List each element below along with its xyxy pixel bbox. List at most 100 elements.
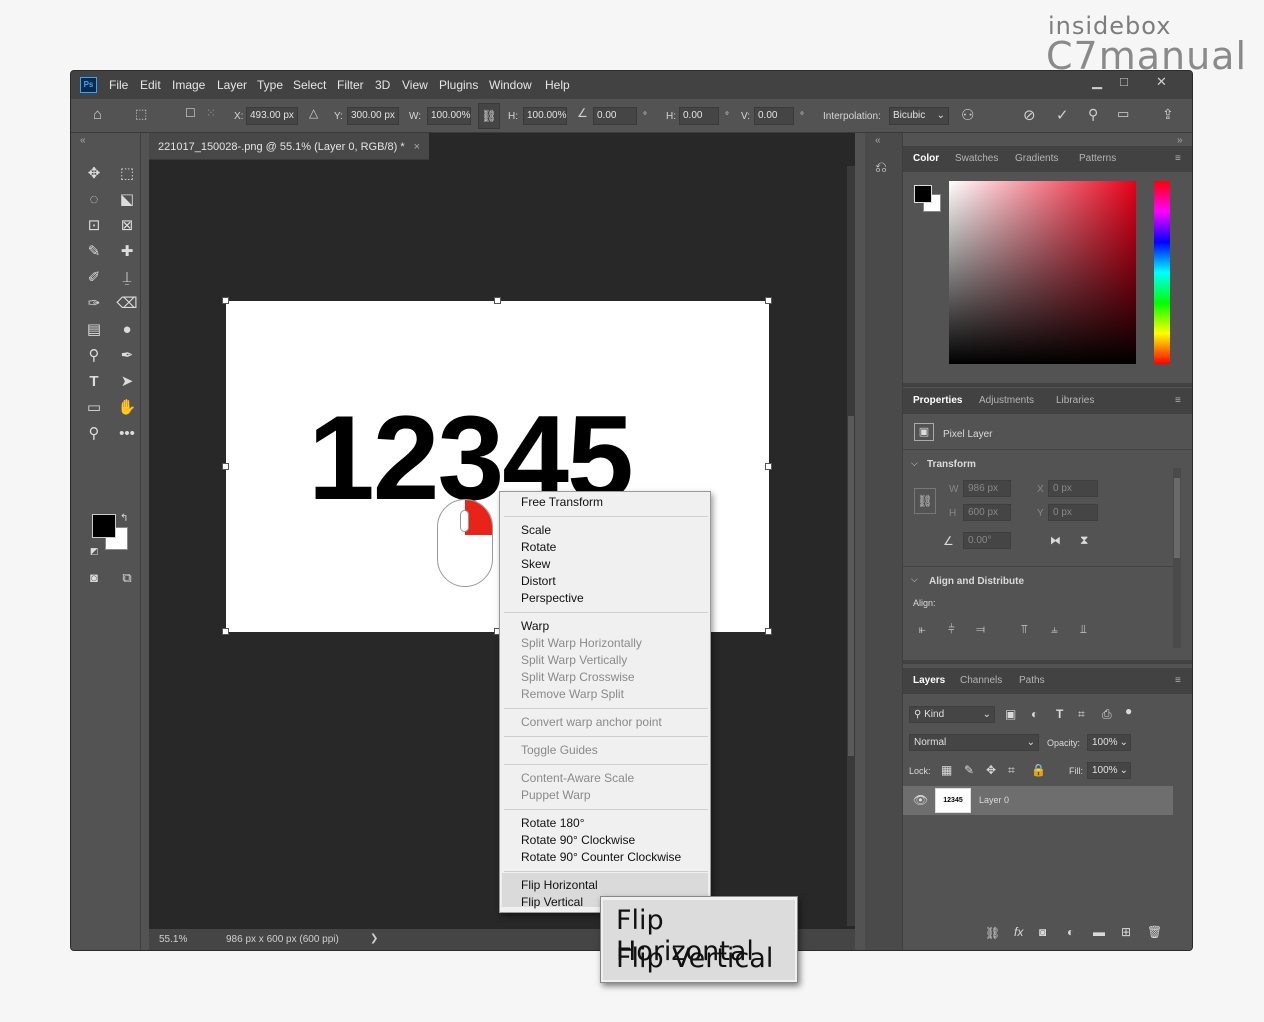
panel-menu-icon[interactable]: ≡	[1175, 675, 1181, 686]
filter-pixel-icon[interactable]: ▣	[1005, 707, 1016, 721]
vskew-input[interactable]: 0.00	[754, 107, 794, 125]
group-folder-icon[interactable]: ▬	[1093, 925, 1105, 939]
tab-color[interactable]: Color	[913, 153, 939, 164]
properties-scrollbar[interactable]	[1173, 468, 1181, 648]
chevron-down-icon[interactable]: ⌵	[911, 458, 918, 469]
menu-plugins[interactable]: Plugins	[439, 78, 478, 92]
menu-layer[interactable]: Layer	[217, 78, 247, 92]
foreground-color-swatch[interactable]	[92, 514, 116, 538]
prop-w-input[interactable]: 986 px	[963, 480, 1011, 497]
hue-slider[interactable]	[1154, 181, 1170, 364]
angle-input[interactable]: 0.00	[593, 107, 637, 125]
menu-item-perspective[interactable]: Perspective	[521, 590, 584, 607]
close-icon[interactable]: ✕	[1156, 74, 1167, 90]
transform-handle[interactable]	[494, 297, 501, 304]
h-input[interactable]: 100.00%	[523, 107, 567, 125]
default-colors-icon[interactable]: ◩	[90, 546, 99, 557]
menu-item-scale[interactable]: Scale	[521, 522, 551, 539]
align-bottom-icon[interactable]: ⫫	[1080, 622, 1087, 637]
tab-patterns[interactable]: Patterns	[1079, 153, 1116, 164]
link-layers-icon[interactable]: ⛓	[985, 926, 1000, 940]
history-brush-icon[interactable]: ✑	[83, 293, 105, 315]
layer-name[interactable]: Layer 0	[979, 795, 1009, 805]
collapse-left-icon[interactable]: «	[80, 135, 86, 146]
menu-image[interactable]: Image	[172, 78, 205, 92]
transform-handle[interactable]	[765, 628, 772, 635]
prop-h-input[interactable]: 600 px	[963, 504, 1011, 521]
cancel-transform-icon[interactable]: ⊘	[1023, 106, 1036, 124]
menu-item-distort[interactable]: Distort	[521, 573, 556, 590]
rectangle-tool-icon[interactable]: ▭	[83, 397, 105, 419]
screen-mode-icon[interactable]: ⧉	[116, 567, 138, 589]
align-top-icon[interactable]: ⫪	[1021, 622, 1028, 637]
transform-reference-icon[interactable]: ⬚	[135, 106, 147, 122]
scrollbar-thumb[interactable]	[848, 416, 854, 756]
delta-icon[interactable]: △	[309, 106, 318, 120]
menu-item-flip-vertical[interactable]: Flip Vertical	[521, 894, 583, 911]
path-select-tool-icon[interactable]: ➤	[116, 371, 138, 393]
prop-y-input[interactable]: 0 px	[1048, 504, 1098, 521]
zoom-level[interactable]: 55.1%	[159, 934, 187, 945]
hand-tool-icon[interactable]: ✋	[116, 397, 138, 419]
share-icon[interactable]: ⇪	[1162, 106, 1174, 123]
lock-position-icon[interactable]: ✥	[986, 763, 996, 777]
tab-properties[interactable]: Properties	[913, 395, 962, 406]
menu-view[interactable]: View	[402, 78, 428, 92]
document-tab[interactable]: 221017_150028-.png @ 55.1% (Layer 0, RGB…	[149, 133, 429, 160]
filter-shape-icon[interactable]: ⌗	[1078, 707, 1085, 722]
flip-horizontal-icon[interactable]: ⧓	[1050, 534, 1061, 547]
crop-tool-icon[interactable]: ⊡	[83, 215, 105, 237]
close-tab-icon[interactable]: ×	[414, 141, 420, 153]
link-icon[interactable]: ⛓	[478, 103, 500, 129]
blend-mode-select[interactable]: Normal ⌄	[909, 734, 1039, 751]
lasso-tool-icon[interactable]: ◌	[83, 189, 105, 211]
menu-window[interactable]: Window	[489, 78, 532, 92]
vertical-scrollbar[interactable]	[847, 166, 855, 926]
marquee-tool-icon[interactable]: ⬚	[116, 163, 138, 185]
filter-smart-object-icon[interactable]: ⎙	[1102, 707, 1112, 722]
menu-item-skew[interactable]: Skew	[521, 556, 550, 573]
gradient-tool-icon[interactable]: ▤	[83, 319, 105, 341]
menu-item-warp[interactable]: Warp	[521, 618, 549, 635]
link-icon[interactable]: ⛓	[914, 488, 936, 514]
frame-tool-icon[interactable]: ⊠	[116, 215, 138, 237]
menu-item-flip-horizontal[interactable]: Flip Horizontal	[521, 877, 598, 894]
panel-menu-icon[interactable]: ≡	[1175, 395, 1181, 406]
new-layer-icon[interactable]: ⊞	[1121, 925, 1131, 939]
transform-handle[interactable]	[222, 463, 229, 470]
reference-point-checkbox[interactable]: ☐	[185, 106, 196, 120]
transform-handle[interactable]	[222, 297, 229, 304]
flip-vertical-icon[interactable]: ⧗	[1080, 533, 1088, 548]
quick-mask-icon[interactable]: ◙	[83, 567, 105, 589]
transform-handle[interactable]	[765, 463, 772, 470]
tab-layers[interactable]: Layers	[913, 675, 945, 686]
opacity-input[interactable]: 100% ⌄	[1087, 734, 1131, 751]
y-input[interactable]: 300.00 px	[347, 107, 399, 125]
add-mask-icon[interactable]: ◙	[1039, 925, 1046, 939]
eyedropper-tool-icon[interactable]: ✎	[83, 241, 105, 263]
menu-item-free-transform[interactable]: Free Transform	[521, 494, 603, 511]
tab-paths[interactable]: Paths	[1019, 675, 1045, 686]
menu-edit[interactable]: Edit	[140, 78, 161, 92]
align-left-icon[interactable]: ⫦	[919, 622, 926, 637]
filter-adjustment-icon[interactable]: ◐	[1031, 707, 1038, 721]
warp-mode-icon[interactable]: ⚇	[961, 106, 974, 124]
align-right-icon[interactable]: ⫤	[976, 622, 985, 637]
menu-type[interactable]: Type	[257, 78, 283, 92]
prop-x-input[interactable]: 0 px	[1048, 480, 1098, 497]
fx-icon[interactable]: fx	[1014, 925, 1023, 939]
minimize-icon[interactable]: ▁	[1092, 74, 1102, 90]
reference-grid-icon[interactable]: ⁙	[206, 106, 216, 120]
move-tool-icon[interactable]: ✥	[83, 163, 105, 185]
hskew-input[interactable]: 0.00	[679, 107, 719, 125]
status-menu-arrow[interactable]: ❯	[370, 933, 378, 944]
transform-handle[interactable]	[222, 628, 229, 635]
type-tool-icon[interactable]: T	[83, 371, 105, 393]
zoom-tool-icon[interactable]: ⚲	[83, 423, 105, 445]
tab-adjustments[interactable]: Adjustments	[979, 395, 1034, 406]
tab-libraries[interactable]: Libraries	[1056, 395, 1094, 406]
layer-row[interactable]: 👁 12345 Layer 0	[903, 786, 1173, 815]
lock-transparent-icon[interactable]: ▦	[941, 763, 952, 777]
lock-all-icon[interactable]: 🔒	[1031, 763, 1046, 777]
eraser-tool-icon[interactable]: ⌫	[116, 293, 138, 315]
